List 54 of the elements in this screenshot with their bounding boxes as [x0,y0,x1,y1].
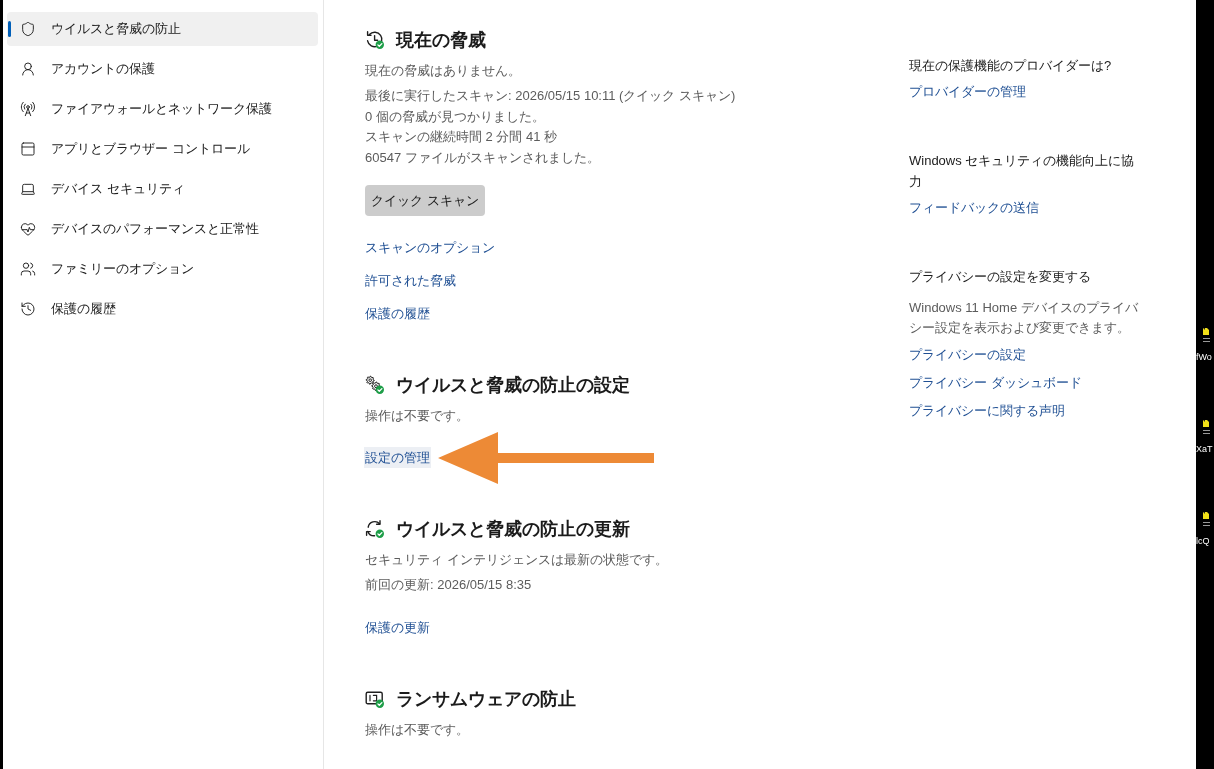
section-title: ランサムウェアの防止 [396,687,576,711]
desktop-icon-label: lcQ [1196,536,1210,547]
gears-check-icon [365,375,385,395]
sidebar-item[interactable]: ファミリーのオプション [7,252,318,286]
status-text: 操作は不要です。 [365,720,469,739]
link[interactable]: 設定の管理 [364,447,431,468]
link[interactable]: プロバイダーの管理 [909,82,1026,102]
sidebar-item[interactable]: 保護の履歴 [7,292,318,326]
sidebar-item[interactable]: ファイアウォールとネットワーク保護 [7,92,318,126]
section-title: 現在の脅威 [396,29,486,52]
group-heading: Windows セキュリティの機能向上に協力 [909,152,1136,191]
person-icon [20,61,36,77]
scan-button[interactable]: クイック スキャン [365,185,485,216]
link[interactable]: フィードバックの送信 [909,198,1039,218]
detail-text: スキャンの継続時間 2 分間 41 秒 [365,128,558,146]
section-title: ウイルスと脅威の防止の更新 [396,518,630,541]
heart-pulse-icon [20,221,36,237]
file-icon [1203,328,1210,343]
sidebar-item[interactable]: デバイスのパフォーマンスと正常性 [7,212,318,246]
desktop-icon-label: XaT [1196,444,1213,455]
detail-text: 前回の更新: 2026/05/15 8:35 [365,576,532,594]
section-title: ウイルスと脅威の防止の設定 [396,374,630,397]
file-icon [1203,420,1210,435]
sidebar-item[interactable]: デバイス セキュリティ [7,172,318,206]
sync-check-icon [365,519,385,539]
antenna-icon [20,101,36,117]
people-icon [20,261,36,277]
link[interactable]: 保護の更新 [364,616,431,638]
sidebar-item[interactable]: ウイルスと脅威の防止 [7,12,318,46]
desktop-icon-label: fWo [1196,352,1212,363]
link[interactable]: プライバシーに関する声明 [909,401,1065,421]
link[interactable]: プライバシー ダッシュボード [909,373,1082,393]
link[interactable]: 保護の履歴 [364,303,431,324]
link[interactable]: スキャンのオプション [364,237,496,258]
sidebar-item[interactable]: アプリとブラウザー コントロール [7,132,318,166]
description-text: Windows 11 Home デバイスのプライバシー設定を表示および変更できます。 [909,299,1139,337]
laptop-icon [20,181,36,197]
detail-text: 60547 ファイルがスキャンされました。 [365,148,600,167]
detail-text: 最後に実行したスキャン: 2026/05/15 10:11 (クイック スキャン) [365,87,736,105]
link[interactable]: 許可された脅威 [364,270,457,291]
sidebar-item[interactable]: アカウントの保護 [7,52,318,86]
status-text: 操作は不要です。 [365,407,469,425]
selection-indicator [8,21,11,37]
status-text: 現在の脅威はありません。 [365,62,521,80]
history-icon [20,301,36,317]
status-text: セキュリティ インテリジェンスは最新の状態です。 [365,551,668,569]
shield-icon [20,21,36,37]
clock-check-icon [365,30,385,50]
detail-text: 0 個の脅威が見つかりました。 [365,107,545,126]
group-heading: 現在の保護機能のプロバイダーは? [909,57,1113,75]
group-heading: プライバシーの設定を変更する [909,268,1092,286]
file-icon [1203,512,1210,527]
window-icon [20,141,36,157]
link[interactable]: プライバシーの設定 [909,345,1026,365]
